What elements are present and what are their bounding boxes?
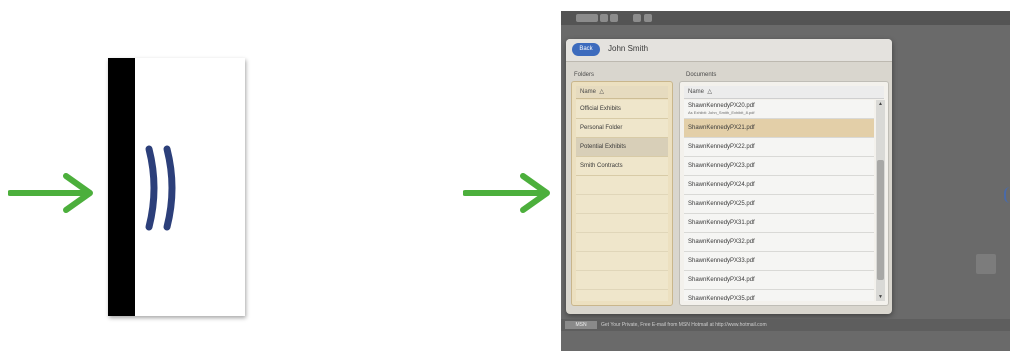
status-tag: MSN [565, 321, 597, 329]
document-item[interactable]: ShawnKennedyPX24.pdf [684, 176, 874, 195]
document-item[interactable]: ShawnKennedyPX33.pdf [684, 252, 874, 271]
document-item[interactable]: ShawnKennedyPX23.pdf [684, 157, 874, 176]
folder-item-smith-contracts[interactable]: Smith Contracts [576, 157, 668, 176]
scroll-thumb[interactable] [877, 160, 884, 280]
window-title: John Smith [608, 44, 649, 53]
empty-row [576, 214, 668, 233]
side-tab-chevron-icon[interactable] [1004, 187, 1010, 203]
folder-list: Official Exhibits Personal Folder Potent… [576, 100, 668, 301]
sort-triangle-icon: △ [705, 89, 712, 95]
scroll-up-icon[interactable]: ▲ [876, 100, 885, 108]
name-column-label: Name [580, 89, 597, 95]
documents-scrollbar[interactable]: ▲ ▼ [876, 100, 885, 301]
document-item[interactable]: ShawnKennedyPX20.pdf As Exhibit: John_Sm… [684, 100, 874, 119]
empty-row [576, 271, 668, 290]
folder-item-personal-folder[interactable]: Personal Folder [576, 119, 668, 138]
zoom-select[interactable] [576, 14, 598, 22]
document-item-selected[interactable]: ShawnKennedyPX21.pdf [684, 119, 874, 138]
document-item[interactable]: ShawnKennedyPX34.pdf [684, 271, 874, 290]
folder-item-official-exhibits[interactable]: Official Exhibits [576, 100, 668, 119]
window-header: Back John Smith [566, 39, 892, 62]
folders-label: Folders [574, 72, 595, 78]
document-item[interactable]: ShawnKennedyPX32.pdf [684, 233, 874, 252]
toolbar-button[interactable] [600, 14, 608, 22]
app-screenshot: Back John Smith Folders Documents Name △… [561, 11, 1010, 351]
document-list: ShawnKennedyPX20.pdf As Exhibit: John_Sm… [684, 100, 874, 301]
top-toolbar [561, 11, 1010, 25]
back-button[interactable]: Back [572, 43, 600, 56]
document-item[interactable]: ShawnKennedyPX25.pdf [684, 195, 874, 214]
zoomed-side-tab-callout [108, 58, 245, 316]
documents-pane: Name △ ShawnKennedyPX20.pdf As Exhibit: … [679, 81, 889, 306]
sort-triangle-icon: △ [597, 89, 604, 95]
witness-files-window: Back John Smith Folders Documents Name △… [566, 39, 892, 314]
documents-label: Documents [686, 72, 717, 78]
empty-row [576, 252, 668, 271]
toolbar-button[interactable] [610, 14, 618, 22]
documents-name-column-header[interactable]: Name △ [684, 86, 884, 99]
document-item[interactable]: ShawnKennedyPX22.pdf [684, 138, 874, 157]
folder-item-potential-exhibits[interactable]: Potential Exhibits [576, 138, 668, 157]
double-chevron-right-icon[interactable] [143, 143, 193, 238]
document-name: ShawnKennedyPX20.pdf [688, 103, 755, 109]
document-item[interactable]: ShawnKennedyPX35.pdf [684, 290, 874, 301]
side-control-button[interactable] [976, 254, 996, 274]
status-bar: MSN Get Your Private, Free E-mail from M… [561, 319, 1010, 331]
folders-name-column-header[interactable]: Name △ [576, 86, 668, 99]
toolbar-button[interactable] [644, 14, 652, 22]
empty-row [576, 195, 668, 214]
toolbar-button[interactable] [633, 14, 641, 22]
document-exhibit-note: As Exhibit: John_Smith_Exhibit_8.pdf [688, 110, 755, 115]
black-edge-bar [108, 58, 135, 316]
green-arrow-right [463, 170, 555, 216]
folders-pane: Name △ Official Exhibits Personal Folder… [571, 81, 673, 306]
status-text: Get Your Private, Free E-mail from MSN H… [601, 322, 767, 328]
green-arrow-left [8, 170, 98, 216]
name-column-label: Name [688, 89, 705, 95]
empty-row [576, 233, 668, 252]
empty-row [576, 176, 668, 195]
scroll-down-icon[interactable]: ▼ [876, 293, 885, 301]
document-item[interactable]: ShawnKennedyPX31.pdf [684, 214, 874, 233]
